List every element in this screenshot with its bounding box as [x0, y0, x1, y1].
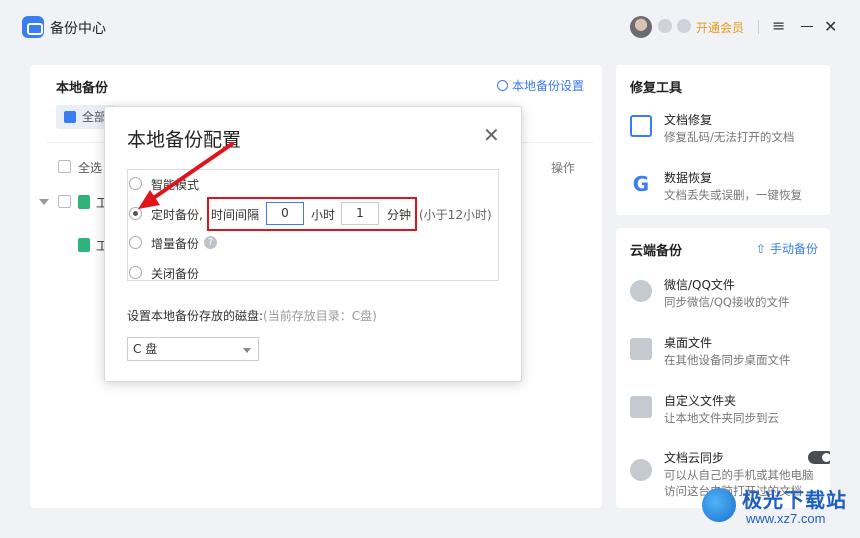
radio-incremental-backup[interactable]	[129, 236, 142, 249]
help-icon[interactable]: ?	[204, 236, 217, 249]
tool-item-doc-repair[interactable]: 文档修复 修复乱码/无法打开的文档	[630, 111, 820, 147]
file-icon	[78, 238, 90, 252]
watermark-url: www.xz7.com	[746, 511, 826, 526]
repair-tools-title: 修复工具	[630, 81, 683, 96]
watermark-name: 极光下载站	[742, 488, 847, 512]
radio-smart-mode[interactable]	[129, 177, 142, 190]
avatar[interactable]	[630, 16, 652, 38]
shield-badge-icon	[677, 19, 691, 33]
tool-name: 桌面文件	[664, 336, 713, 350]
tool-desc: 让本地文件夹同步到云	[664, 411, 779, 425]
select-all-label: 全选	[78, 161, 103, 175]
ops-header: 操作	[550, 161, 575, 175]
tool-desc: 文档丢失或误删，一键恢复	[664, 188, 802, 202]
app-title: 备份中心	[50, 21, 106, 37]
title-bar: 备份中心 开通会员 ≡ ✕	[0, 0, 860, 56]
repair-tools-panel: 修复工具 文档修复 修复乱码/无法打开的文档 G 数据恢复 文档丢失或误删，一键…	[616, 65, 830, 215]
disk-hint: (当前存放目录：C盘)	[263, 309, 377, 323]
manual-backup-link[interactable]: ⇧ 手动备份	[756, 240, 818, 257]
disk-select-value: C 盘	[133, 342, 158, 356]
tool-desc: 在其他设备同步桌面文件	[664, 353, 791, 367]
mode-label-smart: 智能模式	[151, 178, 200, 192]
local-backup-config-dialog: 本地备份配置 ✕ 智能模式 定时备份, 时间间隔 0 小时 1 分钟 (小于12…	[104, 106, 522, 382]
disk-label: 设置本地备份存放的磁盘:(当前存放目录：C盘)	[127, 307, 377, 324]
local-backup-settings-link[interactable]: 本地备份设置	[496, 77, 584, 94]
highlight-box	[207, 197, 417, 231]
title-divider	[758, 20, 759, 34]
tool-name: 自定义文件夹	[664, 394, 737, 408]
cloud-backup-title: 云端备份	[630, 244, 683, 259]
mode-label-scheduled: 定时备份,	[151, 208, 203, 222]
local-backup-settings-label: 本地备份设置	[511, 79, 584, 93]
doc-repair-icon	[630, 115, 652, 137]
minimize-icon[interactable]	[801, 26, 813, 27]
settings-gear-icon	[496, 80, 508, 91]
file-icon	[78, 195, 90, 209]
upload-icon: ⇧	[755, 242, 766, 256]
open-vip-link[interactable]: 开通会员	[696, 19, 744, 36]
tool-item-data-recovery[interactable]: G 数据恢复 文档丢失或误删，一键恢复	[630, 169, 820, 205]
disk-select[interactable]: C 盘	[127, 337, 259, 361]
dialog-close-icon[interactable]: ✕	[483, 125, 500, 145]
cloud-item-custom-folder[interactable]: 自定义文件夹 让本地文件夹同步到云	[630, 392, 820, 428]
chevron-down-icon	[243, 348, 251, 353]
tool-name: 微信/QQ文件	[664, 278, 735, 292]
tool-desc: 同步微信/QQ接收的文件	[664, 295, 790, 309]
desktop-icon	[630, 338, 652, 360]
mode-label-disable: 关闭备份	[151, 267, 200, 281]
tool-name: 数据恢复	[664, 171, 713, 185]
radio-scheduled-backup[interactable]	[129, 207, 142, 220]
menu-icon[interactable]: ≡	[772, 18, 786, 34]
app-logo-icon	[22, 16, 44, 38]
radio-disable-backup[interactable]	[129, 266, 142, 279]
cloud-item-wechat-qq[interactable]: 微信/QQ文件 同步微信/QQ接收的文件	[630, 276, 820, 312]
row-checkbox[interactable]	[58, 195, 71, 208]
select-all-checkbox[interactable]	[58, 160, 71, 173]
tool-name: 文档修复	[664, 113, 713, 127]
watermark-logo-icon	[702, 488, 736, 522]
watermark: 极光下载站 www.xz7.com	[700, 478, 850, 530]
wechat-qq-icon	[630, 280, 652, 302]
local-backup-title: 本地备份	[56, 81, 109, 96]
tool-name: 文档云同步	[664, 451, 725, 465]
g-recovery-icon: G	[632, 172, 650, 196]
cloud-backup-panel: 云端备份 ⇧ 手动备份 微信/QQ文件 同步微信/QQ接收的文件 桌面文件 在其他…	[616, 228, 830, 508]
dialog-title: 本地备份配置	[127, 129, 242, 151]
filter-all-label: 全部	[82, 110, 107, 124]
doc-sync-toggle[interactable]	[808, 451, 830, 464]
list-icon	[64, 111, 76, 123]
manual-backup-label: 手动备份	[769, 242, 818, 256]
mode-label-incremental: 增量备份	[151, 237, 200, 251]
tree-collapse-icon[interactable]	[39, 199, 49, 205]
disk-label-text: 设置本地备份存放的磁盘:	[127, 309, 264, 323]
vip-badge-icon	[658, 19, 672, 33]
cloud-item-desktop[interactable]: 桌面文件 在其他设备同步桌面文件	[630, 334, 820, 370]
close-window-icon[interactable]: ✕	[824, 17, 837, 36]
cloud-upload-icon	[630, 459, 652, 481]
limit-hint: (小于12小时)	[419, 208, 492, 222]
tool-desc: 修复乱码/无法打开的文档	[664, 130, 795, 144]
folder-icon	[630, 396, 652, 418]
